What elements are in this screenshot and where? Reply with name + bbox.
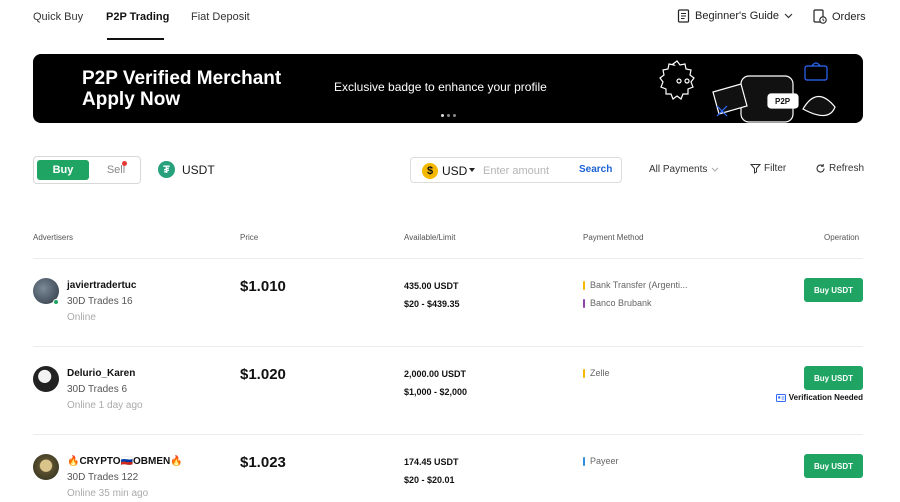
table-row: 🔥CRYPTO🇷🇺OBMEN🔥 30D Trades 122 Online 35… — [33, 434, 863, 502]
amount-search-box: $ USD Search — [410, 157, 622, 183]
price-value: $1.020 — [240, 366, 286, 383]
id-card-icon — [775, 393, 786, 402]
online-status: Online 1 day ago — [67, 400, 143, 411]
verification-needed-badge: Verification Needed — [775, 393, 863, 402]
payment-color-bar — [583, 281, 585, 290]
online-status-dot — [53, 299, 59, 305]
payments-label: All Payments — [649, 164, 708, 175]
header-payment-method: Payment Method — [583, 233, 644, 242]
beginners-guide-link[interactable]: Beginner's Guide — [677, 9, 793, 23]
price-value: $1.010 — [240, 278, 286, 295]
filter-button[interactable]: Filter — [750, 163, 786, 174]
payment-color-bar — [583, 369, 585, 378]
header-available-limit: Available/Limit — [404, 233, 456, 242]
banner-subtitle: Exclusive badge to enhance your profile — [334, 80, 547, 94]
promo-banner[interactable]: P2P Verified Merchant Apply Now Exclusiv… — [33, 54, 863, 123]
trade-count: 30D Trades 16 — [67, 296, 133, 307]
table-row: Delurio_Karen 30D Trades 6 Online 1 day … — [33, 346, 863, 434]
available-amount: 2,000.00 USDT — [404, 369, 467, 379]
orders-link[interactable]: Orders — [813, 9, 866, 24]
sell-toggle-button[interactable]: Sell — [94, 160, 138, 180]
banner-badge-text: P2P — [775, 97, 791, 106]
tab-quick-buy[interactable]: Quick Buy — [33, 11, 83, 23]
asset-selector[interactable]: ₮ USDT — [158, 161, 215, 178]
search-button[interactable]: Search — [579, 164, 612, 175]
top-nav: Quick Buy P2P Trading Fiat Deposit Begin… — [0, 0, 900, 40]
payment-color-bar — [583, 457, 585, 466]
refresh-icon — [816, 164, 825, 173]
limit-range: $20 - $20.01 — [404, 475, 455, 485]
buy-sell-toggle: Buy Sell — [33, 156, 141, 184]
header-operation: Operation — [824, 233, 860, 242]
buy-usdt-button[interactable]: Buy USDT — [804, 366, 863, 390]
currency-selector[interactable]: USD — [442, 164, 467, 178]
available-amount: 174.45 USDT — [404, 457, 459, 467]
payment-method-label: Zelle — [590, 368, 610, 378]
notification-dot — [122, 161, 127, 166]
chevron-down-icon — [784, 13, 793, 19]
orders-label: Orders — [832, 10, 866, 23]
funnel-icon — [750, 164, 761, 174]
payment-method-label: Bank Transfer (Argenti... — [590, 280, 688, 290]
book-icon — [677, 9, 690, 23]
trade-count: 30D Trades 122 — [67, 472, 139, 483]
online-status: Online — [67, 312, 96, 323]
advertiser-name[interactable]: javiertradertuc — [67, 280, 136, 291]
buy-usdt-button[interactable]: Buy USDT — [804, 278, 863, 302]
refresh-label: Refresh — [829, 163, 865, 174]
tether-icon: ₮ — [158, 161, 175, 178]
payment-color-bar — [583, 299, 585, 308]
filter-label: Filter — [764, 163, 787, 174]
avatar[interactable] — [33, 366, 59, 392]
tab-p2p-trading[interactable]: P2P Trading — [106, 11, 169, 23]
caret-down-icon[interactable] — [469, 168, 475, 172]
header-advertisers: Advertisers — [33, 233, 74, 242]
banner-pagination[interactable] — [441, 114, 456, 117]
orders-icon — [813, 9, 827, 24]
trade-count: 30D Trades 6 — [67, 384, 128, 395]
merchant-badge-illustration-icon: P2P — [659, 60, 836, 123]
refresh-button[interactable]: Refresh — [815, 163, 864, 174]
header-price: Price — [240, 233, 259, 242]
asset-label: USDT — [182, 162, 215, 177]
dollar-coin-icon: $ — [422, 163, 438, 179]
payment-method: Bank Transfer (Argenti... — [583, 280, 688, 290]
avatar[interactable] — [33, 454, 59, 480]
buy-toggle-button[interactable]: Buy — [37, 160, 89, 180]
limit-range: $1,000 - $2,000 — [404, 387, 468, 397]
verification-label: Verification Needed — [788, 393, 863, 402]
payment-method: Banco Brubank — [583, 298, 652, 308]
online-status: Online 35 min ago — [67, 488, 149, 499]
amount-input[interactable] — [483, 162, 573, 179]
banner-title: P2P Verified Merchant Apply Now — [82, 68, 282, 110]
tab-fiat-deposit[interactable]: Fiat Deposit — [191, 11, 250, 23]
payment-method-label: Banco Brubank — [590, 298, 652, 308]
payment-method-label: Payeer — [590, 456, 619, 466]
table-row: javiertradertuc 30D Trades 16 Online $1.… — [33, 258, 863, 346]
beginners-guide-label: Beginner's Guide — [695, 10, 780, 22]
buy-usdt-button[interactable]: Buy USDT — [804, 454, 863, 478]
payments-dropdown[interactable]: All Payments — [649, 164, 719, 175]
advertiser-name[interactable]: Delurio_Karen — [67, 368, 135, 379]
chevron-down-icon — [712, 167, 719, 172]
payment-method: Zelle — [583, 368, 610, 378]
limit-range: $20 - $439.35 — [404, 299, 460, 309]
price-value: $1.023 — [240, 454, 286, 471]
available-amount: 435.00 USDT — [404, 281, 459, 291]
advertiser-name[interactable]: 🔥CRYPTO🇷🇺OBMEN🔥 — [67, 456, 183, 467]
active-tab-indicator — [107, 38, 164, 40]
payment-method: Payeer — [583, 456, 619, 466]
